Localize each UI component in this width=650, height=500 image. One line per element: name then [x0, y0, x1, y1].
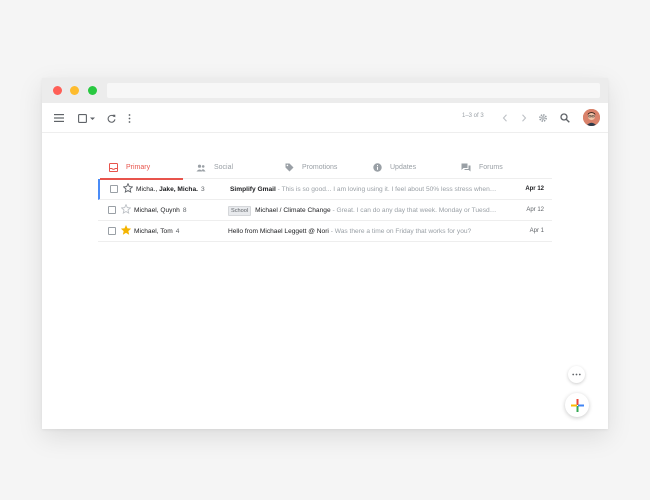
sender: Michael, Quynh 8	[134, 200, 186, 221]
hamburger-icon[interactable]	[51, 110, 67, 126]
thread-count: 3	[200, 186, 205, 193]
more-horiz-icon	[572, 373, 581, 376]
sender-names: Michael, Quynh	[134, 207, 180, 214]
email-content: School Michael / Climate Change - Great. …	[228, 200, 503, 221]
close-window-button[interactable]	[53, 86, 62, 95]
sender-names: Michael, Tom	[134, 228, 173, 235]
snippet: This is so good... I am loving using it.…	[281, 186, 497, 193]
email-list: Micha., Jake, Micha. 3 Simplify Gmail - T…	[98, 179, 552, 242]
avatar[interactable]	[583, 109, 600, 126]
title-bar	[42, 78, 608, 103]
email-content: Simplify Gmail - This is so good... I am…	[230, 179, 505, 200]
address-bar[interactable]	[107, 83, 600, 98]
category-tabs: Primary Social Promotions Updates Forums	[100, 156, 552, 180]
plus-icon	[570, 398, 584, 412]
thread-count: 4	[175, 228, 180, 235]
checkbox-dropdown-icon	[78, 113, 95, 123]
tab-social[interactable]: Social	[196, 156, 233, 179]
sender-names-unread: Jake, Micha.	[159, 186, 198, 193]
info-icon	[372, 163, 382, 173]
tag-icon	[284, 163, 294, 173]
browser-window: 1–3 of 3 Primary Social Promotions Updat…	[42, 78, 608, 429]
tab-label: Updates	[390, 164, 417, 171]
snippet: Was there a time on Friday that works fo…	[334, 228, 472, 235]
star-icon[interactable]	[122, 182, 134, 194]
search-icon[interactable]	[557, 110, 573, 126]
date: Apr 1	[529, 228, 544, 234]
tab-label: Promotions	[302, 164, 338, 171]
more-vert-icon[interactable]	[121, 110, 137, 126]
tab-forums[interactable]: Forums	[461, 156, 503, 179]
select-all-checkbox[interactable]	[76, 110, 98, 126]
tab-label: Forums	[479, 164, 503, 171]
star-icon[interactable]	[120, 203, 132, 215]
people-icon	[196, 163, 206, 173]
tab-label: Primary	[126, 164, 151, 171]
table-row[interactable]: Michael, Tom 4 Hello from Michael Leggett…	[98, 221, 552, 242]
sender-names: Micha.,	[136, 186, 160, 193]
thread-count: 8	[182, 207, 187, 214]
row-checkbox[interactable]	[110, 185, 118, 193]
table-row[interactable]: Micha., Jake, Micha. 3 Simplify Gmail - T…	[98, 179, 552, 200]
subject: Michael / Climate Change	[255, 207, 331, 214]
tab-updates[interactable]: Updates	[372, 156, 416, 179]
maximize-window-button[interactable]	[88, 86, 97, 95]
tab-promotions[interactable]: Promotions	[284, 156, 337, 179]
subject: Hello from Michael Leggett @ Nori	[228, 228, 329, 235]
gear-icon[interactable]	[535, 110, 551, 126]
chevron-left-icon[interactable]	[497, 110, 513, 126]
compose-button[interactable]	[565, 393, 589, 417]
mail-toolbar: 1–3 of 3	[42, 103, 608, 133]
sender: Michael, Tom 4	[134, 221, 179, 242]
tab-label: Social	[214, 164, 234, 171]
row-checkbox[interactable]	[108, 227, 116, 235]
email-content: Hello from Michael Leggett @ Nori - Was …	[228, 221, 503, 242]
chevron-right-icon[interactable]	[516, 110, 532, 126]
forum-icon	[461, 163, 471, 173]
pagination-text: 1–3 of 3	[462, 113, 484, 119]
inbox-icon	[108, 163, 118, 173]
sender: Micha., Jake, Micha. 3	[136, 179, 205, 200]
star-icon[interactable]	[120, 224, 132, 236]
row-checkbox[interactable]	[108, 206, 116, 214]
minimize-window-button[interactable]	[70, 86, 79, 95]
table-row[interactable]: Michael, Quynh 8 School Michael / Climate …	[98, 200, 552, 221]
label-badge[interactable]: School	[228, 206, 252, 216]
date: Apr 12	[526, 207, 544, 213]
date: Apr 12	[525, 186, 544, 192]
snippet: Great. I can do any day that week. Monda…	[336, 207, 497, 214]
subject: Simplify Gmail	[230, 186, 276, 193]
tab-primary[interactable]: Primary	[100, 156, 183, 180]
refresh-icon[interactable]	[103, 110, 119, 126]
more-options-button[interactable]	[568, 366, 585, 383]
